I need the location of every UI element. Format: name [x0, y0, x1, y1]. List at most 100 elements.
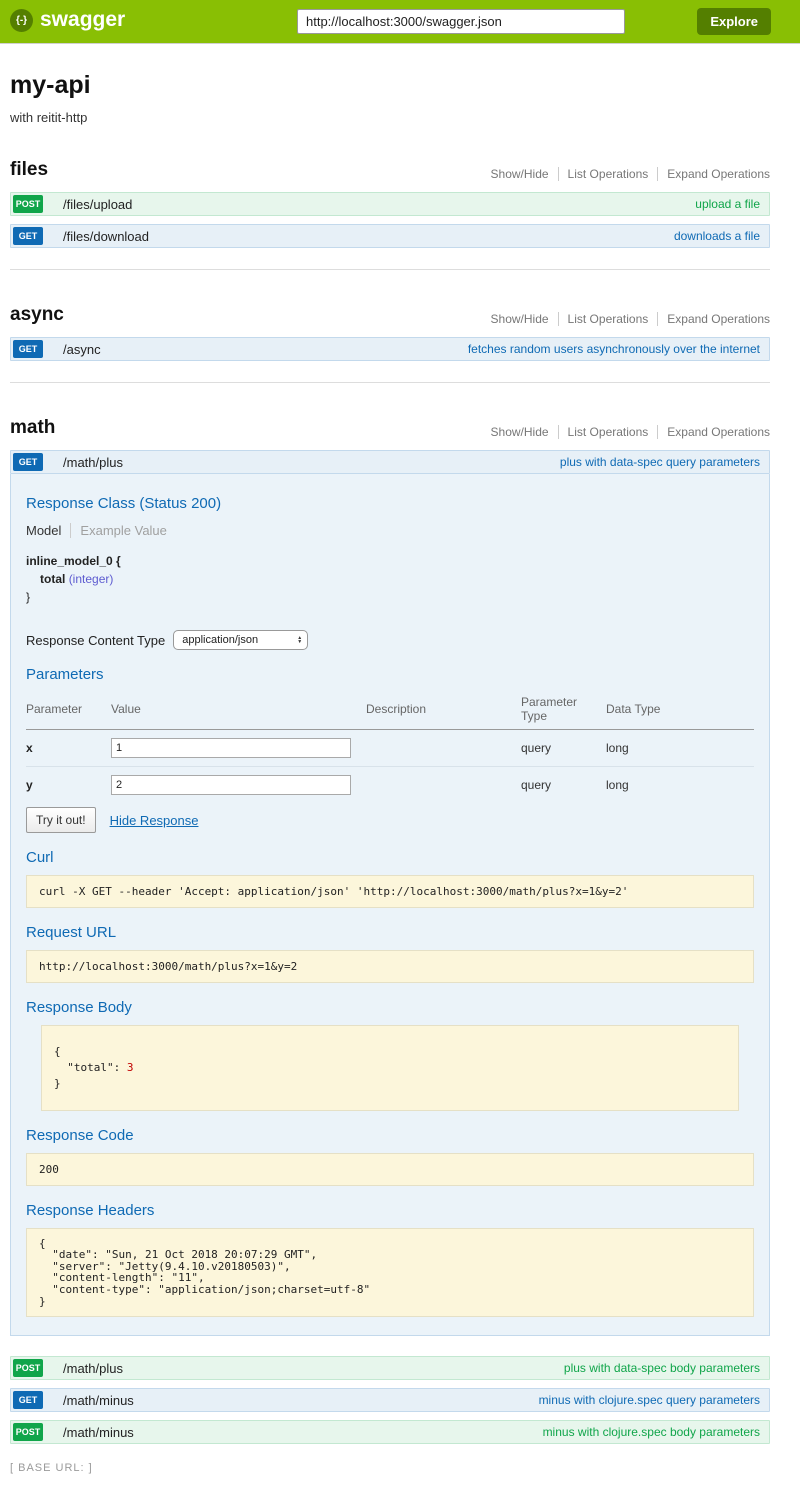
method-badge-post: POST [13, 1359, 43, 1377]
section-header: async Show/Hide List Operations Expand O… [10, 304, 770, 326]
swagger-url-input[interactable] [297, 9, 625, 34]
operation-details-panel: Response Class (Status 200) Model Exampl… [10, 474, 770, 1336]
list-operations-link[interactable]: List Operations [558, 425, 658, 439]
operation-row-post-math-minus[interactable]: POST /math/minus minus with clojure.spec… [10, 1420, 770, 1444]
curl-heading: Curl [26, 849, 754, 866]
select-arrows-icon: ▲▼ [297, 636, 302, 644]
curl-command-block: curl -X GET --header 'Accept: applicatio… [26, 875, 754, 908]
model-close-brace: } [26, 588, 754, 606]
operation-path[interactable]: /math/plus [63, 1361, 123, 1376]
api-description: with reitit-http [10, 110, 770, 125]
operation-path[interactable]: /async [63, 342, 101, 357]
try-it-row: Try it out! Hide Response [26, 807, 754, 833]
swagger-logo[interactable]: {-} swagger [10, 8, 125, 32]
base-url-footer: [ BASE URL: ] [10, 1462, 770, 1474]
response-class-heading: Response Class (Status 200) [26, 495, 754, 512]
param-name: x [26, 730, 111, 767]
response-content-type-select[interactable]: application/json ▲▼ [173, 630, 308, 650]
model-property-type: (integer) [69, 572, 114, 586]
operation-row-get-math-minus[interactable]: GET /math/minus minus with clojure.spec … [10, 1388, 770, 1412]
table-row-y: y query long [26, 767, 754, 804]
api-title: my-api [10, 71, 770, 100]
operation-row-get-math-plus[interactable]: GET /math/plus plus with data-spec query… [10, 450, 770, 474]
list-operations-link[interactable]: List Operations [558, 312, 658, 326]
param-y-input[interactable] [111, 775, 351, 795]
request-url-heading: Request URL [26, 924, 754, 941]
model-property-name: total [40, 572, 65, 586]
method-badge-post: POST [13, 1423, 43, 1441]
col-header-description: Description [366, 691, 521, 730]
response-body-heading: Response Body [26, 999, 754, 1016]
selected-content-type: application/json [182, 634, 258, 646]
operation-summary[interactable]: plus with data-spec body parameters [564, 1361, 760, 1375]
operation-path[interactable]: /math/minus [63, 1425, 134, 1440]
section-title-math[interactable]: math [10, 417, 55, 439]
section-controls: Show/Hide List Operations Expand Operati… [482, 312, 770, 326]
section-title-files[interactable]: files [10, 159, 48, 181]
response-headers-heading: Response Headers [26, 1202, 754, 1219]
resource-section-async: async Show/Hide List Operations Expand O… [10, 304, 770, 383]
param-type: query [521, 767, 606, 804]
operation-summary[interactable]: minus with clojure.spec body parameters [543, 1425, 760, 1439]
operation-row-get-files-download[interactable]: GET /files/download downloads a file [10, 224, 770, 248]
param-name: y [26, 767, 111, 804]
param-x-input[interactable] [111, 738, 351, 758]
col-header-value: Value [111, 691, 366, 730]
try-it-out-button[interactable]: Try it out! [26, 807, 96, 833]
section-controls: Show/Hide List Operations Expand Operati… [482, 167, 770, 181]
operation-row-get-async[interactable]: GET /async fetches random users asynchro… [10, 337, 770, 361]
method-badge-get: GET [13, 340, 43, 358]
show-hide-link[interactable]: Show/Hide [482, 425, 558, 439]
section-title-async[interactable]: async [10, 304, 64, 326]
brand-name: swagger [40, 8, 125, 32]
operation-path[interactable]: /files/upload [63, 197, 132, 212]
list-operations-link[interactable]: List Operations [558, 167, 658, 181]
method-badge-get: GET [13, 453, 43, 471]
explore-button[interactable]: Explore [697, 8, 771, 35]
section-controls: Show/Hide List Operations Expand Operati… [482, 425, 770, 439]
col-header-data-type: Data Type [606, 691, 754, 730]
operation-path[interactable]: /files/download [63, 229, 149, 244]
json-close-brace: } [54, 1077, 61, 1090]
operation-summary[interactable]: downloads a file [674, 229, 760, 243]
expand-operations-link[interactable]: Expand Operations [657, 425, 770, 439]
operation-summary[interactable]: minus with clojure.spec query parameters [539, 1393, 760, 1407]
method-badge-get: GET [13, 1391, 43, 1409]
show-hide-link[interactable]: Show/Hide [482, 167, 558, 181]
response-content-type-row: Response Content Type application/json ▲… [26, 630, 754, 650]
model-open-brace: inline_model_0 { [26, 552, 754, 570]
section-header: math Show/Hide List Operations Expand Op… [10, 417, 770, 439]
header-bar: {-} swagger Explore [0, 0, 800, 44]
show-hide-link[interactable]: Show/Hide [482, 312, 558, 326]
resource-section-files: files Show/Hide List Operations Expand O… [10, 159, 770, 270]
api-info: my-api with reitit-http [10, 71, 770, 125]
operation-summary[interactable]: plus with data-spec query parameters [560, 455, 760, 469]
tab-model[interactable]: Model [26, 523, 70, 538]
operation-row-post-files-upload[interactable]: POST /files/upload upload a file [10, 192, 770, 216]
param-data-type: long [606, 767, 754, 804]
operation-row-post-math-plus[interactable]: POST /math/plus plus with data-spec body… [10, 1356, 770, 1380]
response-headers-block: { "date": "Sun, 21 Oct 2018 20:07:29 GMT… [26, 1228, 754, 1317]
operation-summary[interactable]: fetches random users asynchronously over… [468, 342, 760, 356]
method-badge-get: GET [13, 227, 43, 245]
model-tabs: Model Example Value [26, 523, 754, 538]
table-row-x: x query long [26, 730, 754, 767]
hide-response-link[interactable]: Hide Response [110, 813, 199, 828]
col-header-parameter-type: Parameter Type [521, 691, 606, 730]
tab-example-value[interactable]: Example Value [70, 523, 166, 538]
resource-section-math: math Show/Hide List Operations Expand Op… [10, 417, 770, 1444]
operation-summary[interactable]: upload a file [695, 197, 760, 211]
expand-operations-link[interactable]: Expand Operations [657, 167, 770, 181]
operation-path[interactable]: /math/plus [63, 455, 123, 470]
main-content: my-api with reitit-http files Show/Hide … [10, 71, 770, 1474]
parameters-table: Parameter Value Description Parameter Ty… [26, 691, 754, 803]
param-data-type: long [606, 730, 754, 767]
param-type: query [521, 730, 606, 767]
response-content-type-label: Response Content Type [26, 633, 165, 648]
response-body-block: { "total": 3} [41, 1025, 739, 1111]
expand-operations-link[interactable]: Expand Operations [657, 312, 770, 326]
operation-path[interactable]: /math/minus [63, 1393, 134, 1408]
json-total-value: 3 [127, 1061, 134, 1074]
model-signature: inline_model_0 { total (integer) } [26, 552, 754, 606]
method-badge-post: POST [13, 195, 43, 213]
